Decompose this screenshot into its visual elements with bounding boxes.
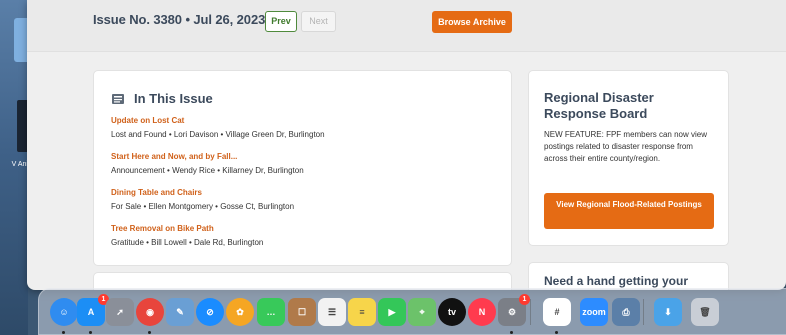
issue-item-link[interactable]: Start Here and Now, and by Fall...	[111, 151, 501, 162]
maps-icon[interactable]: ⌖	[408, 298, 436, 326]
issue-item-meta: For Sale • Ellen Montgomery • Gosse Ct, …	[111, 202, 295, 211]
system-preferences-icon[interactable]: ⚙ 1	[498, 294, 530, 326]
issue-item: Start Here and Now, and by Fall... Annou…	[111, 151, 501, 176]
dock-separator	[643, 299, 644, 325]
issue-item: Dining Table and Chairs For Sale • Ellen…	[111, 187, 501, 212]
dock: ☺ A 1 ➚ ◉ ✎ ⊘ ✿… ☐ ☰ ≡ ▶ ⌖ tv N ⚙ 1 # zoom ⎙ ⬇ 🗑	[38, 288, 786, 335]
browser-window: Issue No. 3380 • Jul 26, 2023 Prev Next …	[27, 0, 786, 290]
zoom-icon[interactable]: zoom	[580, 298, 608, 326]
messages-icon[interactable]: …	[257, 298, 285, 326]
help-card: Need a hand getting your	[528, 262, 729, 290]
running-indicator	[148, 331, 151, 334]
desktop-folder-icon[interactable]	[14, 18, 28, 62]
preview-icon[interactable]: ✎	[166, 298, 194, 326]
view-flood-postings-button[interactable]: View Regional Flood-Related Postings	[544, 193, 714, 229]
in-this-issue-card: In This Issue Update on Lost Cat Lost an…	[93, 70, 512, 266]
desktop-item-label: V Ani	[11, 161, 28, 168]
disaster-board-description: NEW FEATURE: FPF members can now view po…	[544, 130, 707, 163]
issue-item-meta: Announcement • Wendy Rice • Killarney Dr…	[111, 166, 304, 175]
news-icon[interactable]: N	[468, 298, 496, 326]
running-indicator	[62, 331, 65, 334]
issue-navigation-bar: Issue No. 3380 • Jul 26, 2023 Prev Next …	[27, 0, 786, 52]
issue-item-link[interactable]: Dining Table and Chairs	[111, 187, 501, 198]
finder-icon[interactable]: ☺	[50, 298, 78, 326]
newspaper-icon	[112, 94, 124, 104]
issue-item: Tree Removal on Bike Path Gratitude • Bi…	[111, 223, 501, 248]
notes-icon[interactable]: ≡	[348, 298, 376, 326]
next-button[interactable]: Next	[301, 11, 336, 32]
issue-item-link[interactable]: Update on Lost Cat	[111, 115, 501, 126]
disaster-board-title: Regional Disaster Response Board	[544, 90, 654, 121]
disaster-board-card: Regional Disaster Response Board NEW FEA…	[528, 70, 729, 246]
running-indicator	[89, 331, 92, 334]
slack-icon[interactable]: #	[543, 298, 571, 326]
section-title: In This Issue	[134, 91, 213, 106]
running-indicator	[555, 331, 558, 334]
dock-separator	[530, 299, 531, 325]
issue-title: Issue No. 3380 • Jul 26, 2023	[93, 12, 266, 27]
safari-icon[interactable]: ⊘	[196, 298, 224, 326]
issue-item-link[interactable]: Tree Removal on Bike Path	[111, 223, 501, 234]
chrome-icon[interactable]: ◉	[136, 298, 164, 326]
reminders-icon[interactable]: ☰	[318, 298, 346, 326]
trash-icon[interactable]: 🗑	[691, 298, 719, 326]
apple-tv-icon[interactable]: tv	[438, 298, 466, 326]
issue-item-meta: Gratitude • Bill Lowell • Dale Rd, Burli…	[111, 238, 264, 247]
facetime-icon[interactable]: ▶	[378, 298, 406, 326]
help-card-title: Need a hand getting your	[544, 274, 689, 288]
desktop-background: V Ani	[0, 0, 28, 335]
launchpad-icon[interactable]: ➚	[106, 298, 134, 326]
browse-archive-button[interactable]: Browse Archive	[432, 11, 512, 33]
prev-button[interactable]: Prev	[265, 11, 297, 32]
image-capture-icon[interactable]: ⎙	[612, 298, 640, 326]
issue-item: Update on Lost Cat Lost and Found • Lori…	[111, 115, 501, 140]
issue-item-meta: Lost and Found • Lori Davison • Village …	[111, 130, 325, 139]
downloads-icon[interactable]: ⬇	[654, 298, 682, 326]
app-store-icon[interactable]: A1	[77, 294, 109, 326]
notification-badge: 1	[519, 294, 530, 305]
running-indicator	[510, 331, 513, 334]
photos-icon[interactable]: ✿	[226, 298, 254, 326]
contacts-icon[interactable]: ☐	[288, 298, 316, 326]
